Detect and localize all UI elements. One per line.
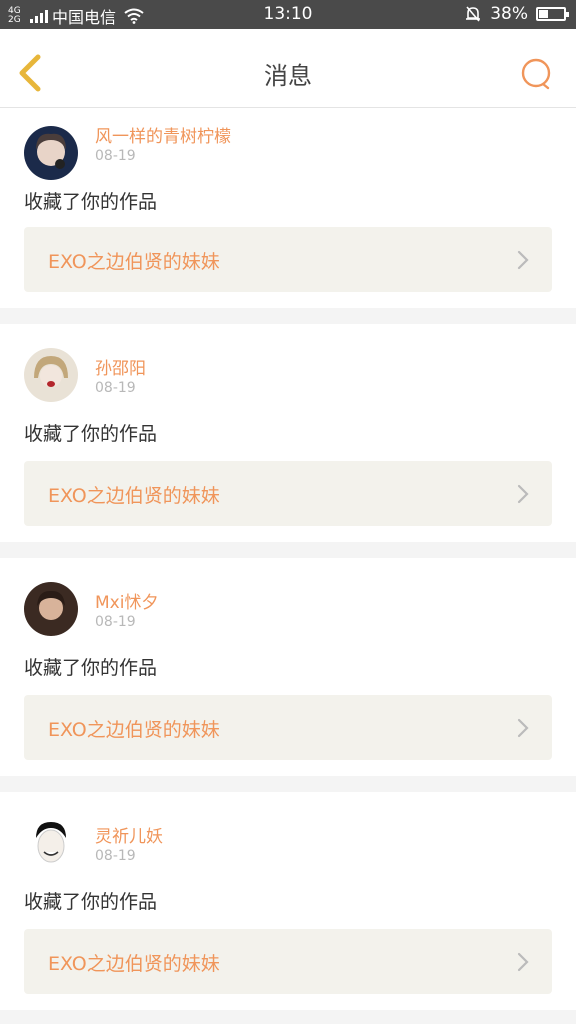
battery-percent: 38% xyxy=(490,4,528,24)
user-name[interactable]: 风一样的青树柠檬 xyxy=(95,122,231,147)
user-name[interactable]: 孙邵阳 xyxy=(95,354,146,379)
message-date: 08-19 xyxy=(95,848,136,864)
message-card: Mxi怵夕 08-19 收藏了你的作品 EXO之边伯贤的妹妹 xyxy=(0,558,576,776)
bell-muted-icon xyxy=(466,6,481,22)
chevron-right-icon xyxy=(517,718,529,738)
chevron-right-icon xyxy=(517,484,529,504)
battery-icon xyxy=(536,7,569,21)
page-title: 消息 xyxy=(264,62,312,90)
work-title: EXO之边伯贤的妹妹 xyxy=(48,251,220,273)
work-link[interactable]: EXO之边伯贤的妹妹 xyxy=(24,929,552,994)
user-name[interactable]: Mxi怵夕 xyxy=(95,588,158,613)
work-title: EXO之边伯贤的妹妹 xyxy=(48,953,220,975)
search-icon[interactable] xyxy=(520,57,554,91)
message-action: 收藏了你的作品 xyxy=(24,657,158,679)
work-link[interactable]: EXO之边伯贤的妹妹 xyxy=(24,695,552,760)
avatar[interactable] xyxy=(24,582,78,636)
work-link[interactable]: EXO之边伯贤的妹妹 xyxy=(24,461,552,526)
avatar[interactable] xyxy=(24,348,78,402)
message-card: 风一样的青树柠檬 08-19 收藏了你的作品 EXO之边伯贤的妹妹 xyxy=(0,108,576,308)
work-title: EXO之边伯贤的妹妹 xyxy=(48,719,220,741)
message-card: 灵祈儿妖 08-19 收藏了你的作品 EXO之边伯贤的妹妹 xyxy=(0,792,576,1010)
message-date: 08-19 xyxy=(95,380,136,396)
message-list: 风一样的青树柠檬 08-19 收藏了你的作品 EXO之边伯贤的妹妹 孙邵阳 08… xyxy=(0,108,576,1024)
work-title: EXO之边伯贤的妹妹 xyxy=(48,485,220,507)
chevron-right-icon xyxy=(517,250,529,270)
page-header: 消息 xyxy=(0,29,576,108)
message-card: 孙邵阳 08-19 收藏了你的作品 EXO之边伯贤的妹妹 xyxy=(0,324,576,542)
message-action: 收藏了你的作品 xyxy=(24,423,158,445)
status-right: 38% xyxy=(464,4,569,24)
status-bar: 4G 2G 中国电信 13:10 38% xyxy=(0,0,576,29)
message-action: 收藏了你的作品 xyxy=(24,891,158,913)
avatar[interactable] xyxy=(24,816,78,870)
message-action: 收藏了你的作品 xyxy=(24,191,158,213)
work-link[interactable]: EXO之边伯贤的妹妹 xyxy=(24,227,552,292)
message-date: 08-19 xyxy=(95,614,136,630)
message-date: 08-19 xyxy=(95,148,136,164)
user-name[interactable]: 灵祈儿妖 xyxy=(95,822,163,847)
chevron-right-icon xyxy=(517,952,529,972)
avatar[interactable] xyxy=(24,126,78,180)
